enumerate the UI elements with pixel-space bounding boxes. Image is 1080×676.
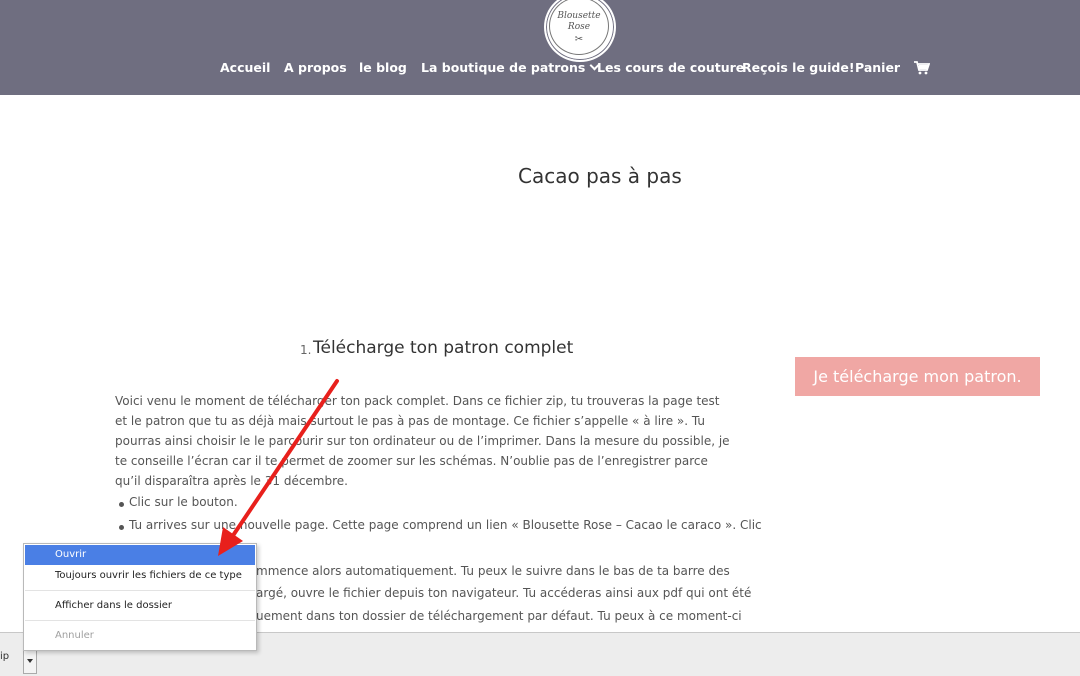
nav-item-cours[interactable]: Les cours de couture xyxy=(597,60,744,75)
nav-item-panier[interactable]: Panier xyxy=(855,60,900,75)
logo-text-line2: Rose xyxy=(567,22,591,32)
nav-item-a-propos[interactable]: A propos xyxy=(284,60,347,75)
nav-item-blog[interactable]: le blog xyxy=(359,60,407,75)
menu-item-label: Afficher dans le dossier xyxy=(55,600,173,611)
nav-item-guide[interactable]: Reçois le guide! xyxy=(742,60,855,75)
logo-text-line1: Blousette xyxy=(557,11,601,21)
nav-item-accueil[interactable]: Accueil xyxy=(220,60,270,75)
menu-item-label: Annuler xyxy=(55,630,94,641)
download-pattern-button[interactable]: Je télécharge mon patron. xyxy=(795,357,1040,396)
nav-item-boutique[interactable]: La boutique de patrons xyxy=(421,60,600,75)
menu-divider xyxy=(25,620,255,621)
download-context-menu: Ouvrir Toujours ouvrir les fichiers de c… xyxy=(23,543,257,651)
step-title: Télécharge ton patron complet xyxy=(313,338,574,358)
bullet-icon xyxy=(119,502,124,507)
step-number: 1. xyxy=(300,343,312,357)
download-options-button[interactable] xyxy=(23,650,37,674)
body-text-line: uement dans ton dossier de téléchargemen… xyxy=(256,609,742,623)
menu-item-always-open[interactable]: Toujours ouvrir les fichiers de ce type xyxy=(25,566,255,586)
menu-divider xyxy=(25,590,255,591)
bullet-icon xyxy=(119,525,124,530)
page-title: Cacao pas à pas xyxy=(518,164,682,188)
list-item-text: Tu arrives sur une nouvelle page. Cette … xyxy=(129,518,762,532)
menu-item-open[interactable]: Ouvrir xyxy=(25,545,255,565)
download-file-label[interactable]: ip xyxy=(0,651,9,662)
logo-ring: Blousette Rose ✂ xyxy=(549,0,609,55)
caret-down-icon xyxy=(27,659,33,663)
menu-item-label: Toujours ouvrir les fichiers de ce type xyxy=(55,570,242,581)
menu-item-label: Ouvrir xyxy=(55,549,87,560)
menu-item-cancel[interactable]: Annuler xyxy=(25,626,255,646)
body-text-line: mmence alors automatiquement. Tu peux le… xyxy=(256,564,730,578)
site-logo[interactable]: Blousette Rose ✂ xyxy=(544,0,616,62)
body-text-line: argé, ouvre le fichier depuis ton naviga… xyxy=(256,586,752,600)
shopping-cart-icon[interactable] xyxy=(914,61,930,75)
list-item-text: Clic sur le bouton. xyxy=(129,495,238,509)
menu-item-show-in-folder[interactable]: Afficher dans le dossier xyxy=(25,596,255,616)
nav-item-boutique-label: La boutique de patrons xyxy=(421,60,586,75)
scissors-icon: ✂ xyxy=(574,34,584,45)
site-header: Blousette Rose ✂ Accueil A propos le blo… xyxy=(0,0,1080,95)
intro-paragraph: Voici venu le moment de télécharger ton … xyxy=(115,394,730,488)
